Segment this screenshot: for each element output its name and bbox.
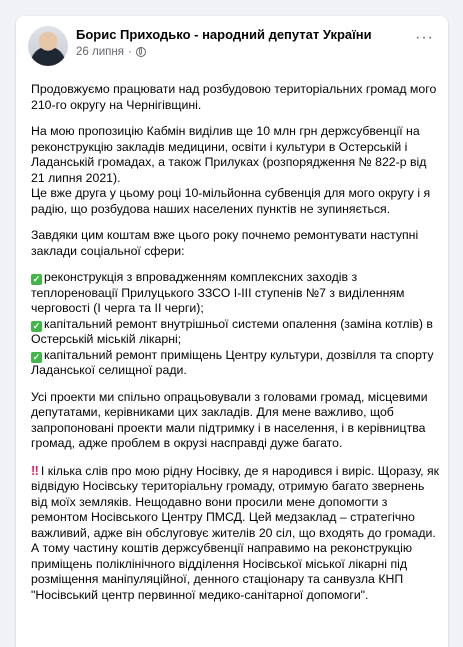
more-options-button[interactable]: ··· xyxy=(415,30,434,46)
check-mark-icon: ✓ xyxy=(31,351,42,363)
post-meta: 26 липня · xyxy=(76,46,146,58)
paragraph-second-subvention: Це вже друга у цьому році 10-мільйонна с… xyxy=(31,186,431,216)
paragraph-repairs-intro: Завдяки цим коштам вже цього року почнем… xyxy=(31,228,419,258)
paragraph-nosivka: ‼ І кілька слів про мою рідну Носівку, де… xyxy=(31,462,439,602)
author-avatar[interactable] xyxy=(28,26,68,66)
post-body: Продовжуємо працювати над розбудовою тер… xyxy=(31,82,441,614)
double-exclamation-icon: ‼ xyxy=(31,462,39,478)
list-item: ✓ реконструкція з впровадженням комплексн… xyxy=(31,270,405,315)
check-mark-icon: ✓ xyxy=(31,320,42,332)
check-mark-icon: ✓ xyxy=(31,274,42,285)
paragraph-projects: Усі проекти ми спільно опрацьовували з г… xyxy=(31,389,428,451)
globe-icon xyxy=(135,47,146,57)
post-header: Борис Приходько - народний депутат Украї… xyxy=(16,16,448,66)
list-item: ✓ капітальний ремонт внутрішньої системи … xyxy=(31,316,433,346)
facebook-post-card: Борис Приходько - народний депутат Украї… xyxy=(16,16,448,647)
repair-list: ✓ реконструкція з впровадженням комплексн… xyxy=(31,270,441,379)
meta-separator: · xyxy=(127,46,132,58)
list-item: ✓ капітальний ремонт приміщень Центру кул… xyxy=(31,347,434,377)
paragraph-cabmin: На мою пропозицію Кабмін виділив ще 10 м… xyxy=(31,124,427,185)
author-name[interactable]: Борис Приходько - народний депутат Украї… xyxy=(76,27,372,42)
post-date[interactable]: 26 липня xyxy=(76,46,124,58)
paragraph-intro: Продовжуємо працювати над розбудовою тер… xyxy=(31,82,437,112)
